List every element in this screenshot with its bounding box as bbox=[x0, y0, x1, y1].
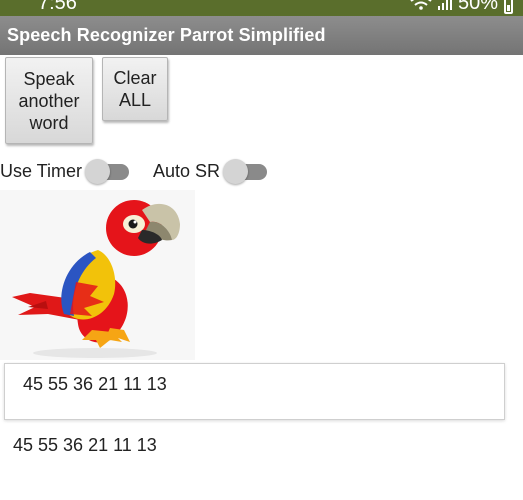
clear-all-button[interactable]: Clear ALL bbox=[102, 57, 168, 121]
wifi-icon bbox=[410, 0, 432, 10]
switch-thumb bbox=[223, 159, 249, 184]
use-timer-switch[interactable] bbox=[85, 159, 130, 184]
battery-percent: 50% bbox=[457, 0, 498, 14]
status-bar: 7:56 50% bbox=[0, 0, 523, 16]
auto-sr-label: Auto SR bbox=[153, 160, 221, 181]
signal-icon bbox=[437, 0, 452, 10]
parrot-icon bbox=[12, 200, 180, 358]
speak-another-word-button[interactable]: Speak another word bbox=[5, 57, 93, 144]
auto-sr-row: Auto SR bbox=[153, 156, 268, 186]
result-label: 45 55 36 21 11 13 bbox=[13, 435, 157, 455]
status-time: 7:56 bbox=[38, 0, 77, 14]
battery-icon bbox=[504, 0, 513, 14]
use-timer-label: Use Timer bbox=[0, 160, 83, 181]
auto-sr-switch[interactable] bbox=[223, 159, 268, 184]
app-title: Speech Recognizer Parrot Simplified bbox=[7, 25, 326, 45]
switch-thumb bbox=[85, 159, 111, 184]
recognized-text-box[interactable]: 45 55 36 21 11 13 bbox=[4, 363, 505, 420]
parrot-image bbox=[0, 190, 195, 360]
use-timer-row: Use Timer bbox=[0, 156, 130, 186]
status-icons: 50% bbox=[410, 0, 513, 15]
app-title-bar: Speech Recognizer Parrot Simplified bbox=[0, 16, 523, 55]
